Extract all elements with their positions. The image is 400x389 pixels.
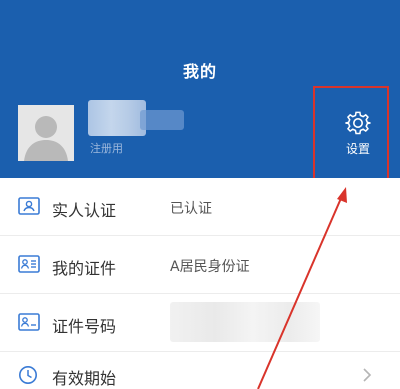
avatar-placeholder-icon — [18, 105, 74, 161]
id-card-icon — [18, 255, 40, 273]
list-item-valid-from[interactable]: 有效期始 — [0, 352, 400, 389]
name-mosaic — [88, 100, 146, 136]
avatar[interactable] — [18, 105, 74, 161]
id-number-mosaic — [170, 302, 320, 342]
list-item-real-name-auth[interactable]: 实人认证 已认证 — [0, 178, 400, 236]
row-value: 已认证 — [170, 201, 212, 217]
chevron-right-icon[interactable] — [362, 367, 372, 383]
list-item-certificate-number[interactable]: 证件号码 — [0, 294, 400, 352]
username: 注册用 — [90, 142, 123, 155]
gear-icon — [345, 111, 371, 135]
row-label: 实人认证 — [52, 201, 117, 220]
page-title: 我的 — [182, 62, 217, 81]
row-label: 我的证件 — [52, 259, 117, 278]
clock-icon — [19, 366, 37, 384]
settings-label: 设置 — [345, 142, 370, 156]
name-mosaic — [140, 110, 184, 130]
row-label: 证件号码 — [52, 317, 117, 336]
person-card-icon — [18, 197, 40, 215]
list-item-my-certificate[interactable]: 我的证件 A居民身份证 — [0, 236, 400, 294]
id-number-card-icon — [18, 313, 40, 331]
profile-header: 我的 注册用 设置 — [0, 0, 400, 178]
row-label: 有效期始 — [52, 369, 117, 388]
row-value: A居民身份证 — [170, 259, 250, 275]
settings-button[interactable]: 设置 — [325, 102, 391, 170]
